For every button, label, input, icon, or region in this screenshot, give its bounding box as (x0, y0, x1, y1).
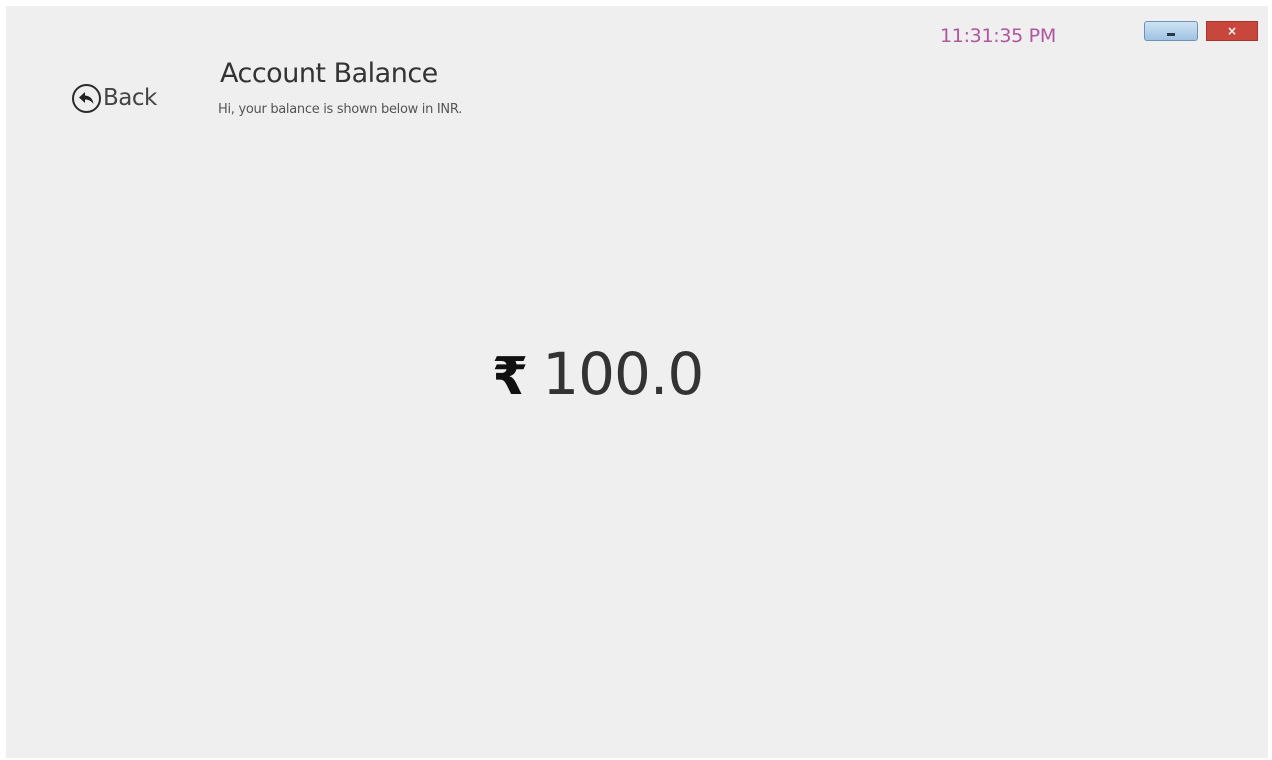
page-subtitle: Hi, your balance is shown below in INR. (218, 102, 462, 117)
rupee-icon: ₹ (492, 347, 529, 407)
balance-display: ₹ 100.0 (492, 340, 704, 408)
app-window: 11:31:35 PM × Back Account Balance Hi, y… (6, 6, 1268, 758)
close-icon: × (1226, 24, 1238, 38)
close-button[interactable]: × (1206, 21, 1258, 41)
minimize-icon (1167, 33, 1175, 36)
minimize-button[interactable] (1144, 21, 1198, 41)
clock: 11:31:35 PM (940, 25, 1056, 47)
back-arrow-icon (72, 83, 101, 113)
back-label: Back (103, 85, 157, 111)
back-button[interactable]: Back (72, 78, 157, 118)
balance-amount: 100.0 (542, 340, 704, 408)
page-title: Account Balance (220, 58, 438, 89)
